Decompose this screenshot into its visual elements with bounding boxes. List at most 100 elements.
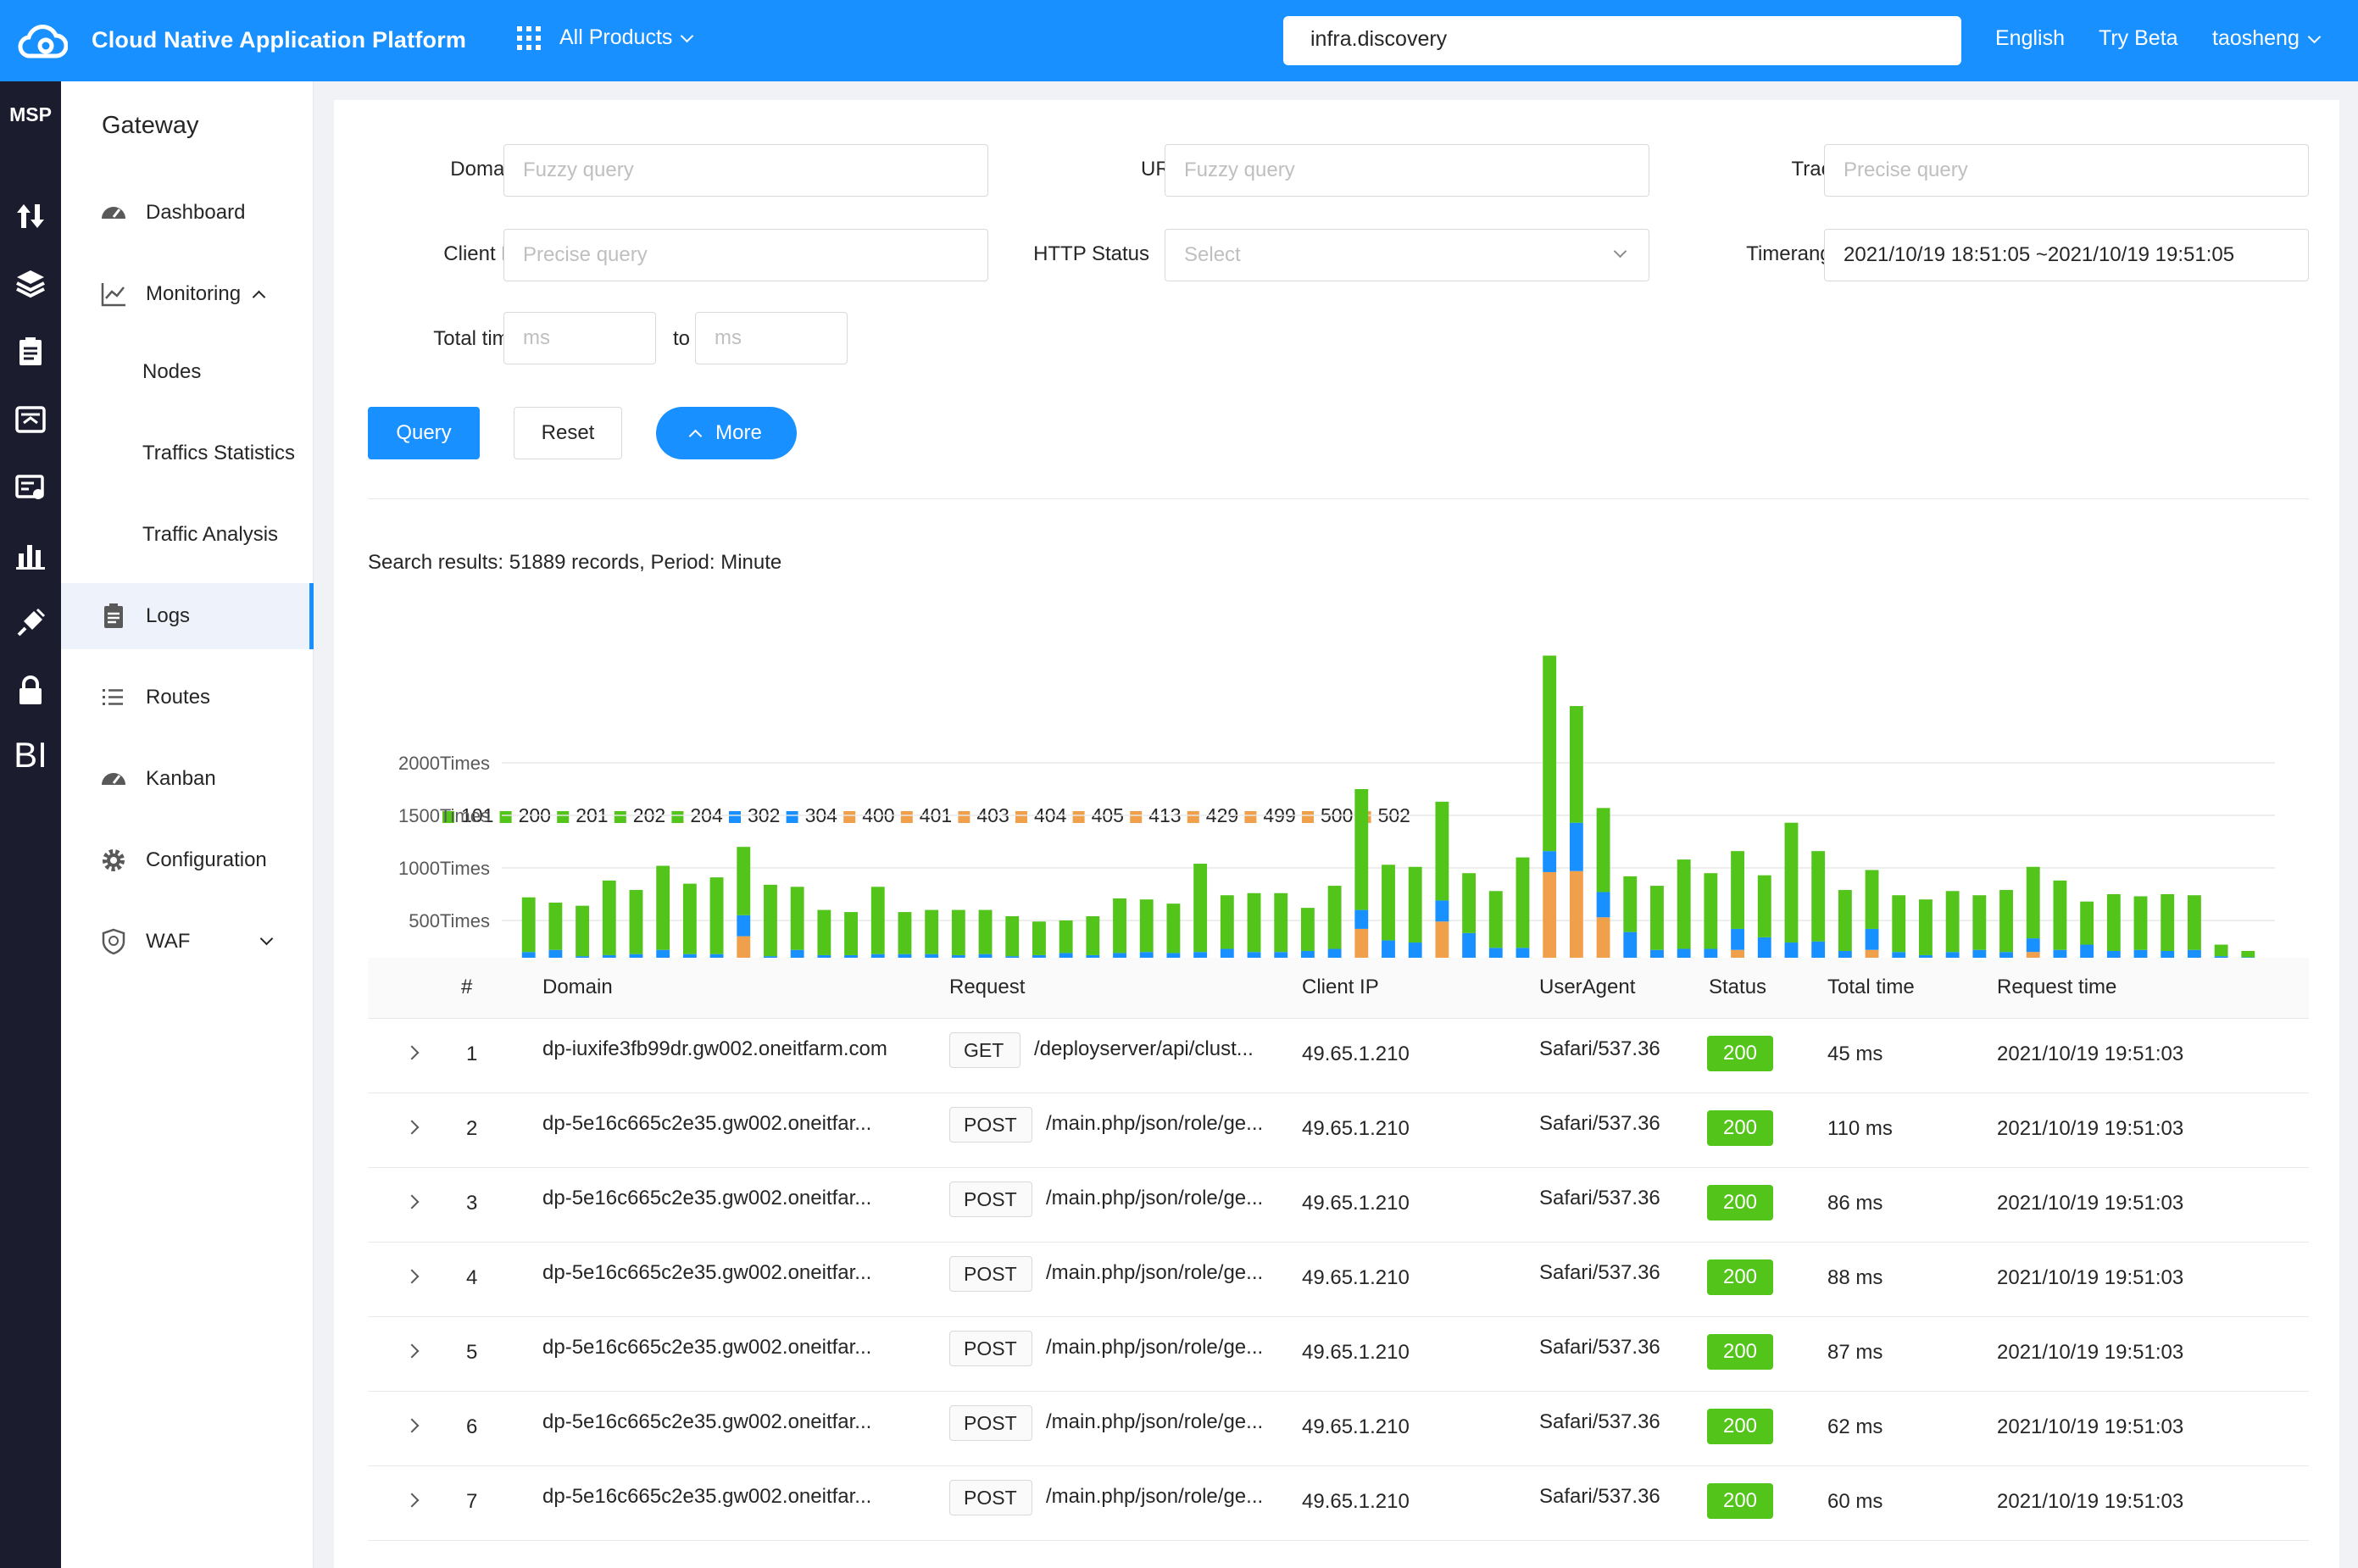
row-request-path: /deployserver/api/clust... [1034, 1037, 1254, 1060]
more-button[interactable]: More [656, 407, 797, 459]
table-row[interactable]: 1 dp-iuxife3fb99dr.gw002.oneitfarm.com GET… [368, 1019, 2309, 1093]
row-client-ip: 49.65.1.210 [1302, 1415, 1410, 1438]
sidebar-item-configuration[interactable]: Configuration [61, 827, 314, 893]
sidebar-item-kanban[interactable]: Kanban [61, 746, 314, 812]
shield-icon [98, 926, 129, 957]
client-ip-input[interactable]: Precise query [503, 229, 988, 281]
row-total-time: 110 ms [1827, 1117, 1893, 1140]
layers-icon[interactable] [0, 263, 61, 305]
query-button[interactable]: Query [368, 407, 480, 459]
global-search-input[interactable]: infra.discovery [1283, 16, 1961, 65]
chevron-right-icon[interactable] [404, 1045, 420, 1060]
bar-segment [1543, 655, 1557, 852]
chevron-right-icon[interactable] [404, 1269, 420, 1284]
row-status-badge: 200 [1707, 1334, 1773, 1370]
clipboard-icon [98, 601, 129, 631]
y-tick-label: 500Times [409, 910, 490, 931]
table-row[interactable]: 7 dp-5e16c665c2e35.gw002.oneitfar... POST /… [368, 1466, 2309, 1541]
row-number: 4 [466, 1266, 478, 1289]
bar-segment [1811, 851, 1826, 942]
traceid-input[interactable]: Precise query [1824, 144, 2309, 197]
row-domain: dp-5e16c665c2e35.gw002.oneitfar... [542, 1336, 872, 1359]
table-row[interactable]: 2 dp-5e16c665c2e35.gw002.oneitfar... POST /… [368, 1093, 2309, 1168]
table-row[interactable]: 6 dp-5e16c665c2e35.gw002.oneitfar... POST /… [368, 1392, 2309, 1466]
bar-chart-icon[interactable] [0, 534, 61, 576]
bar-segment [576, 905, 590, 957]
transfer-arrows-icon[interactable] [0, 195, 61, 237]
app-title[interactable]: Cloud Native Application Platform [92, 27, 466, 53]
top-bar: Cloud Native Application Platform All Pr… [0, 0, 2358, 81]
row-domain: dp-iuxife3fb99dr.gw002.oneitfarm.com [542, 1037, 887, 1060]
chevron-right-icon[interactable] [404, 1343, 420, 1359]
row-client-ip: 49.65.1.210 [1302, 1490, 1410, 1513]
row-status-badge: 200 [1707, 1483, 1773, 1519]
cloud-logo-icon[interactable] [17, 22, 68, 59]
url-input[interactable]: Fuzzy query [1165, 144, 1649, 197]
bar-segment [1515, 857, 1530, 948]
chevron-right-icon[interactable] [404, 1120, 420, 1135]
bar-segment [2187, 895, 2201, 950]
lock-icon[interactable] [0, 670, 61, 712]
row-request-path: /main.php/json/role/ge... [1046, 1112, 1264, 1135]
row-method-tag: POST [949, 1107, 1032, 1143]
total-time-to-input[interactable]: ms [695, 312, 848, 364]
bar-segment [1543, 851, 1557, 872]
table-row[interactable]: 5 dp-5e16c665c2e35.gw002.oneitfar... POST /… [368, 1317, 2309, 1392]
bar-segment [1677, 859, 1691, 949]
table-row[interactable]: 3 dp-5e16c665c2e35.gw002.oneitfar... POST /… [368, 1168, 2309, 1243]
bar-segment [2026, 938, 2040, 953]
bar-segment [2161, 894, 2175, 951]
clipboard-icon[interactable] [0, 331, 61, 373]
bar-segment [1596, 892, 1610, 918]
http-status-select[interactable]: Select [1165, 229, 1649, 281]
legend-swatch [614, 811, 626, 823]
reset-button[interactable]: Reset [514, 407, 622, 459]
user-menu[interactable]: taosheng [2212, 26, 2322, 51]
chevron-right-icon[interactable] [404, 1194, 420, 1209]
bar-segment [1462, 873, 1477, 933]
sidebar-item-nodes[interactable]: Nodes [61, 339, 314, 405]
sidebar-item-logs[interactable]: Logs [61, 583, 314, 649]
bar-segment [1408, 866, 1422, 943]
bar-segment [1193, 864, 1208, 953]
bar-segment [1113, 898, 1126, 954]
sidebar-item-waf[interactable]: WAF [61, 909, 314, 975]
certificate-icon[interactable] [0, 466, 61, 509]
language-switch[interactable]: English [1995, 26, 2065, 51]
total-time-from-input[interactable]: ms [503, 312, 656, 364]
bar-segment [1005, 916, 1020, 957]
bar-segment [1059, 920, 1073, 954]
plug-icon[interactable] [0, 602, 61, 644]
msp-label[interactable]: MSP [0, 103, 61, 126]
timerange-picker[interactable]: 2021/10/19 18:51:05 ~2021/10/19 19:51:05 [1824, 229, 2309, 281]
bar-segment [2080, 901, 2094, 945]
bar-segment [737, 847, 751, 915]
row-useragent: Safari/537.36 [1539, 1410, 1660, 1433]
bar-segment [925, 909, 939, 954]
sidebar-item-monitoring[interactable]: Monitoring [61, 261, 314, 327]
chevron-right-icon[interactable] [404, 1418, 420, 1433]
all-products-menu[interactable]: All Products [517, 25, 694, 50]
row-total-time: 60 ms [1827, 1490, 1883, 1513]
bar-segment [1435, 801, 1449, 901]
row-client-ip: 49.65.1.210 [1302, 1192, 1410, 1215]
bar-segment [898, 912, 912, 954]
divider [368, 498, 2309, 499]
bar-segment [1596, 808, 1610, 892]
more-button-label: More [715, 421, 762, 444]
domain-input[interactable]: Fuzzy query [503, 144, 988, 197]
bar-segment [602, 880, 616, 955]
sidebar-item-traffics-statistics[interactable]: Traffics Statistics [61, 420, 314, 487]
row-request-path: /main.php/json/role/ge... [1046, 1336, 1264, 1359]
bar-segment [978, 909, 993, 954]
table-row[interactable]: 4 dp-5e16c665c2e35.gw002.oneitfar... POST /… [368, 1243, 2309, 1317]
bar-segment [1488, 891, 1503, 948]
bi-label[interactable]: BI [0, 734, 61, 776]
chevron-right-icon[interactable] [404, 1493, 420, 1508]
try-beta-link[interactable]: Try Beta [2099, 26, 2178, 51]
server-icon[interactable] [0, 398, 61, 441]
row-domain: dp-5e16c665c2e35.gw002.oneitfar... [542, 1261, 872, 1284]
sidebar-item-dashboard[interactable]: Dashboard [61, 180, 314, 246]
sidebar-item-routes[interactable]: Routes [61, 664, 314, 731]
sidebar-item-traffic-analysis[interactable]: Traffic Analysis [61, 502, 314, 568]
